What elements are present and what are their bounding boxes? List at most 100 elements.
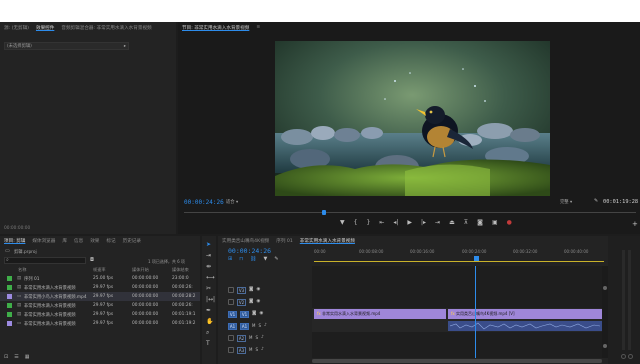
icon-view-icon[interactable]: ▦ (25, 354, 30, 360)
solo-icon[interactable]: S (258, 323, 261, 329)
list-item[interactable]: ▤ 非常实用水滴入水背景视频 29.97 fps 00:00:00:00 00:… (0, 310, 200, 319)
video-clip-bird[interactable]: fx 实用类舌山嘴鸟4K视频.mp4 [V] (448, 309, 602, 319)
track-label-v1[interactable]: V1 (240, 310, 249, 318)
tab-sequence-01[interactable]: 序列 01 (276, 238, 293, 244)
program-current-timecode[interactable]: 00:00:24:26 (184, 199, 224, 206)
timeline-playhead-head[interactable] (474, 256, 479, 261)
work-area-bar[interactable] (314, 261, 604, 262)
timeline-track-area[interactable]: fx 非常实用水滴入水背景视频.mp4 fx 实用类舌山嘴鸟4K视频.mp4 [… (312, 266, 602, 358)
track-label-a3[interactable]: A3 (237, 346, 246, 354)
sync-lock-icon[interactable] (228, 347, 234, 353)
mark-out-icon[interactable]: } (366, 220, 370, 226)
extract-icon[interactable]: ⊼ (464, 220, 468, 226)
tab-source[interactable]: 源: (无剪辑) (4, 25, 29, 31)
list-item[interactable]: ▤ 非常实用水滴入水背景视频 29.97 fps 00:00:00:00 00:… (0, 301, 200, 310)
project-search-input[interactable]: ⌕ (4, 257, 86, 264)
pen-tool-icon[interactable]: ✒ (206, 307, 211, 314)
camera-icon[interactable]: ◙ (477, 220, 483, 226)
scroll-handle-bottom[interactable] (603, 344, 607, 348)
time-ruler[interactable]: 00:00 00:00:08:00 00:00:16:00 00:00:24:0… (314, 248, 640, 264)
go-to-in-icon[interactable]: ⇤ (379, 220, 384, 226)
hand-tool-icon[interactable]: ✋ (206, 318, 213, 325)
eye-icon[interactable]: ◉ (256, 287, 260, 293)
clip-field[interactable]: (未选择剪辑) ▸ (4, 42, 129, 50)
track-label-a2[interactable]: A2 (237, 334, 246, 342)
list-view-icon[interactable]: ☰ (14, 354, 18, 360)
timeline-horizontal-scrollbar[interactable] (312, 359, 602, 363)
tab-effect-controls[interactable]: 效果控件 (36, 25, 54, 31)
mute-icon[interactable]: M (252, 323, 255, 329)
program-scrubber[interactable] (184, 210, 636, 215)
microphone-icon[interactable]: ♪ (264, 323, 267, 329)
slip-tool-icon[interactable]: |↔| (206, 296, 215, 303)
playhead-marker[interactable] (322, 210, 326, 215)
track-label-v3[interactable]: V3 (237, 286, 246, 294)
list-item[interactable]: ▤ 序列 01 25.00 fps 00:00:00:00 23:00:0 (0, 274, 200, 283)
lock-icon[interactable]: ⊡ (4, 354, 8, 360)
go-to-out-icon[interactable]: ⇥ (435, 220, 440, 226)
tab-effects[interactable]: 效果 (90, 238, 99, 244)
zoom-tool-icon[interactable]: ⌕ (206, 329, 209, 337)
ripple-edit-tool-icon[interactable]: ⇹ (206, 263, 211, 270)
track-label-v2[interactable]: V2 (237, 298, 246, 306)
tab-sequence-bird[interactable]: 实用类舌山嘴鸟4K视频 (222, 238, 269, 244)
quality-dropdown[interactable]: 完整 ▾ (560, 199, 572, 205)
list-item[interactable]: ▭ 非常实用水滴入水背景视频 29.97 fps 00:00:00:00 00:… (0, 319, 200, 328)
microphone-icon[interactable]: ♪ (261, 347, 264, 353)
step-forward-icon[interactable]: |▸ (421, 220, 426, 226)
tab-libraries[interactable]: 库 (62, 238, 67, 244)
source-patch-a1[interactable]: A1 (228, 322, 237, 330)
meter-solo-left[interactable] (621, 354, 626, 359)
sync-lock-icon[interactable] (228, 287, 234, 293)
toggle-output-icon[interactable]: ◙ (249, 299, 253, 305)
timeline-playhead-line[interactable] (475, 266, 476, 358)
source-patch-v1[interactable]: V1 (228, 310, 237, 318)
tab-sequence-water[interactable]: 非常实用水滴入水背景视频 (300, 238, 355, 244)
audio-clip-bird[interactable] (448, 321, 602, 331)
tab-program[interactable]: 节目: 非常实用水滴入水背景视频 (182, 25, 249, 31)
eye-icon[interactable]: ◉ (256, 299, 260, 305)
type-tool-icon[interactable]: T (206, 340, 210, 347)
microphone-icon[interactable]: ♪ (261, 335, 264, 341)
track-label-a1[interactable]: A1 (240, 322, 249, 330)
snap-icon[interactable]: ⊓ (239, 256, 243, 262)
razor-tool-icon[interactable]: ✂ (206, 285, 211, 292)
tab-media-browser[interactable]: 媒体浏览器 (32, 238, 55, 244)
eye-icon[interactable]: ◉ (259, 311, 263, 317)
solo-icon[interactable]: S (255, 335, 258, 341)
column-media-start[interactable]: 媒体开始 (132, 267, 149, 273)
sync-lock-icon[interactable] (228, 299, 234, 305)
mute-icon[interactable]: M (249, 347, 252, 353)
marker-icon[interactable]: ▼ (340, 220, 345, 226)
play-icon[interactable]: ▶ (407, 220, 412, 226)
step-back-icon[interactable]: ◂| (393, 220, 398, 226)
nest-icon[interactable]: ⊞ (228, 256, 232, 262)
selection-tool-icon[interactable]: ➤ (206, 241, 211, 248)
video-clip-water[interactable]: fx 非常实用水滴入水背景视频.mp4 (314, 309, 446, 319)
new-bin-icon[interactable]: ◘ (90, 257, 94, 263)
track-select-tool-icon[interactable]: ⇥ (206, 252, 211, 259)
vr-icon[interactable]: ● (507, 220, 512, 226)
toggle-output-icon[interactable]: ◙ (252, 311, 256, 317)
add-button-icon[interactable]: + (632, 220, 638, 228)
solo-icon[interactable]: S (255, 347, 258, 353)
add-marker-icon[interactable]: ▼ (263, 256, 267, 262)
scroll-thumb[interactable] (312, 359, 602, 363)
linked-selection-icon[interactable]: ⛓ (250, 256, 256, 262)
comparison-icon[interactable]: ▣ (492, 220, 498, 226)
toggle-output-icon[interactable]: ◙ (249, 287, 253, 293)
column-name[interactable]: 名称 (18, 267, 26, 273)
fit-dropdown[interactable]: 适合 ▾ (226, 199, 238, 205)
tab-info[interactable]: 信息 (74, 238, 83, 244)
panel-menu-icon[interactable]: ≡ (256, 25, 260, 30)
wrench-icon[interactable]: ✎ (594, 198, 598, 204)
timeline-settings-icon[interactable]: ✎ (274, 256, 278, 262)
timeline-timecode[interactable]: 00:00:24:26 (228, 247, 271, 255)
scroll-handle-top[interactable] (603, 286, 607, 290)
sync-lock-icon[interactable] (228, 335, 234, 341)
column-media-end[interactable]: 媒体结束 (172, 267, 189, 273)
tab-project[interactable]: 项目: 剪辑 (4, 238, 25, 244)
list-item[interactable]: ▤ 非常实用水滴入水背景视频 29.97 fps 00:00:00:00 00:… (0, 283, 200, 292)
tab-history[interactable]: 历史记录 (123, 238, 141, 244)
list-item[interactable]: ▭ 非常实用小鸟入水背景视频.mp4 29.97 fps 00:00:00:00… (0, 292, 200, 301)
